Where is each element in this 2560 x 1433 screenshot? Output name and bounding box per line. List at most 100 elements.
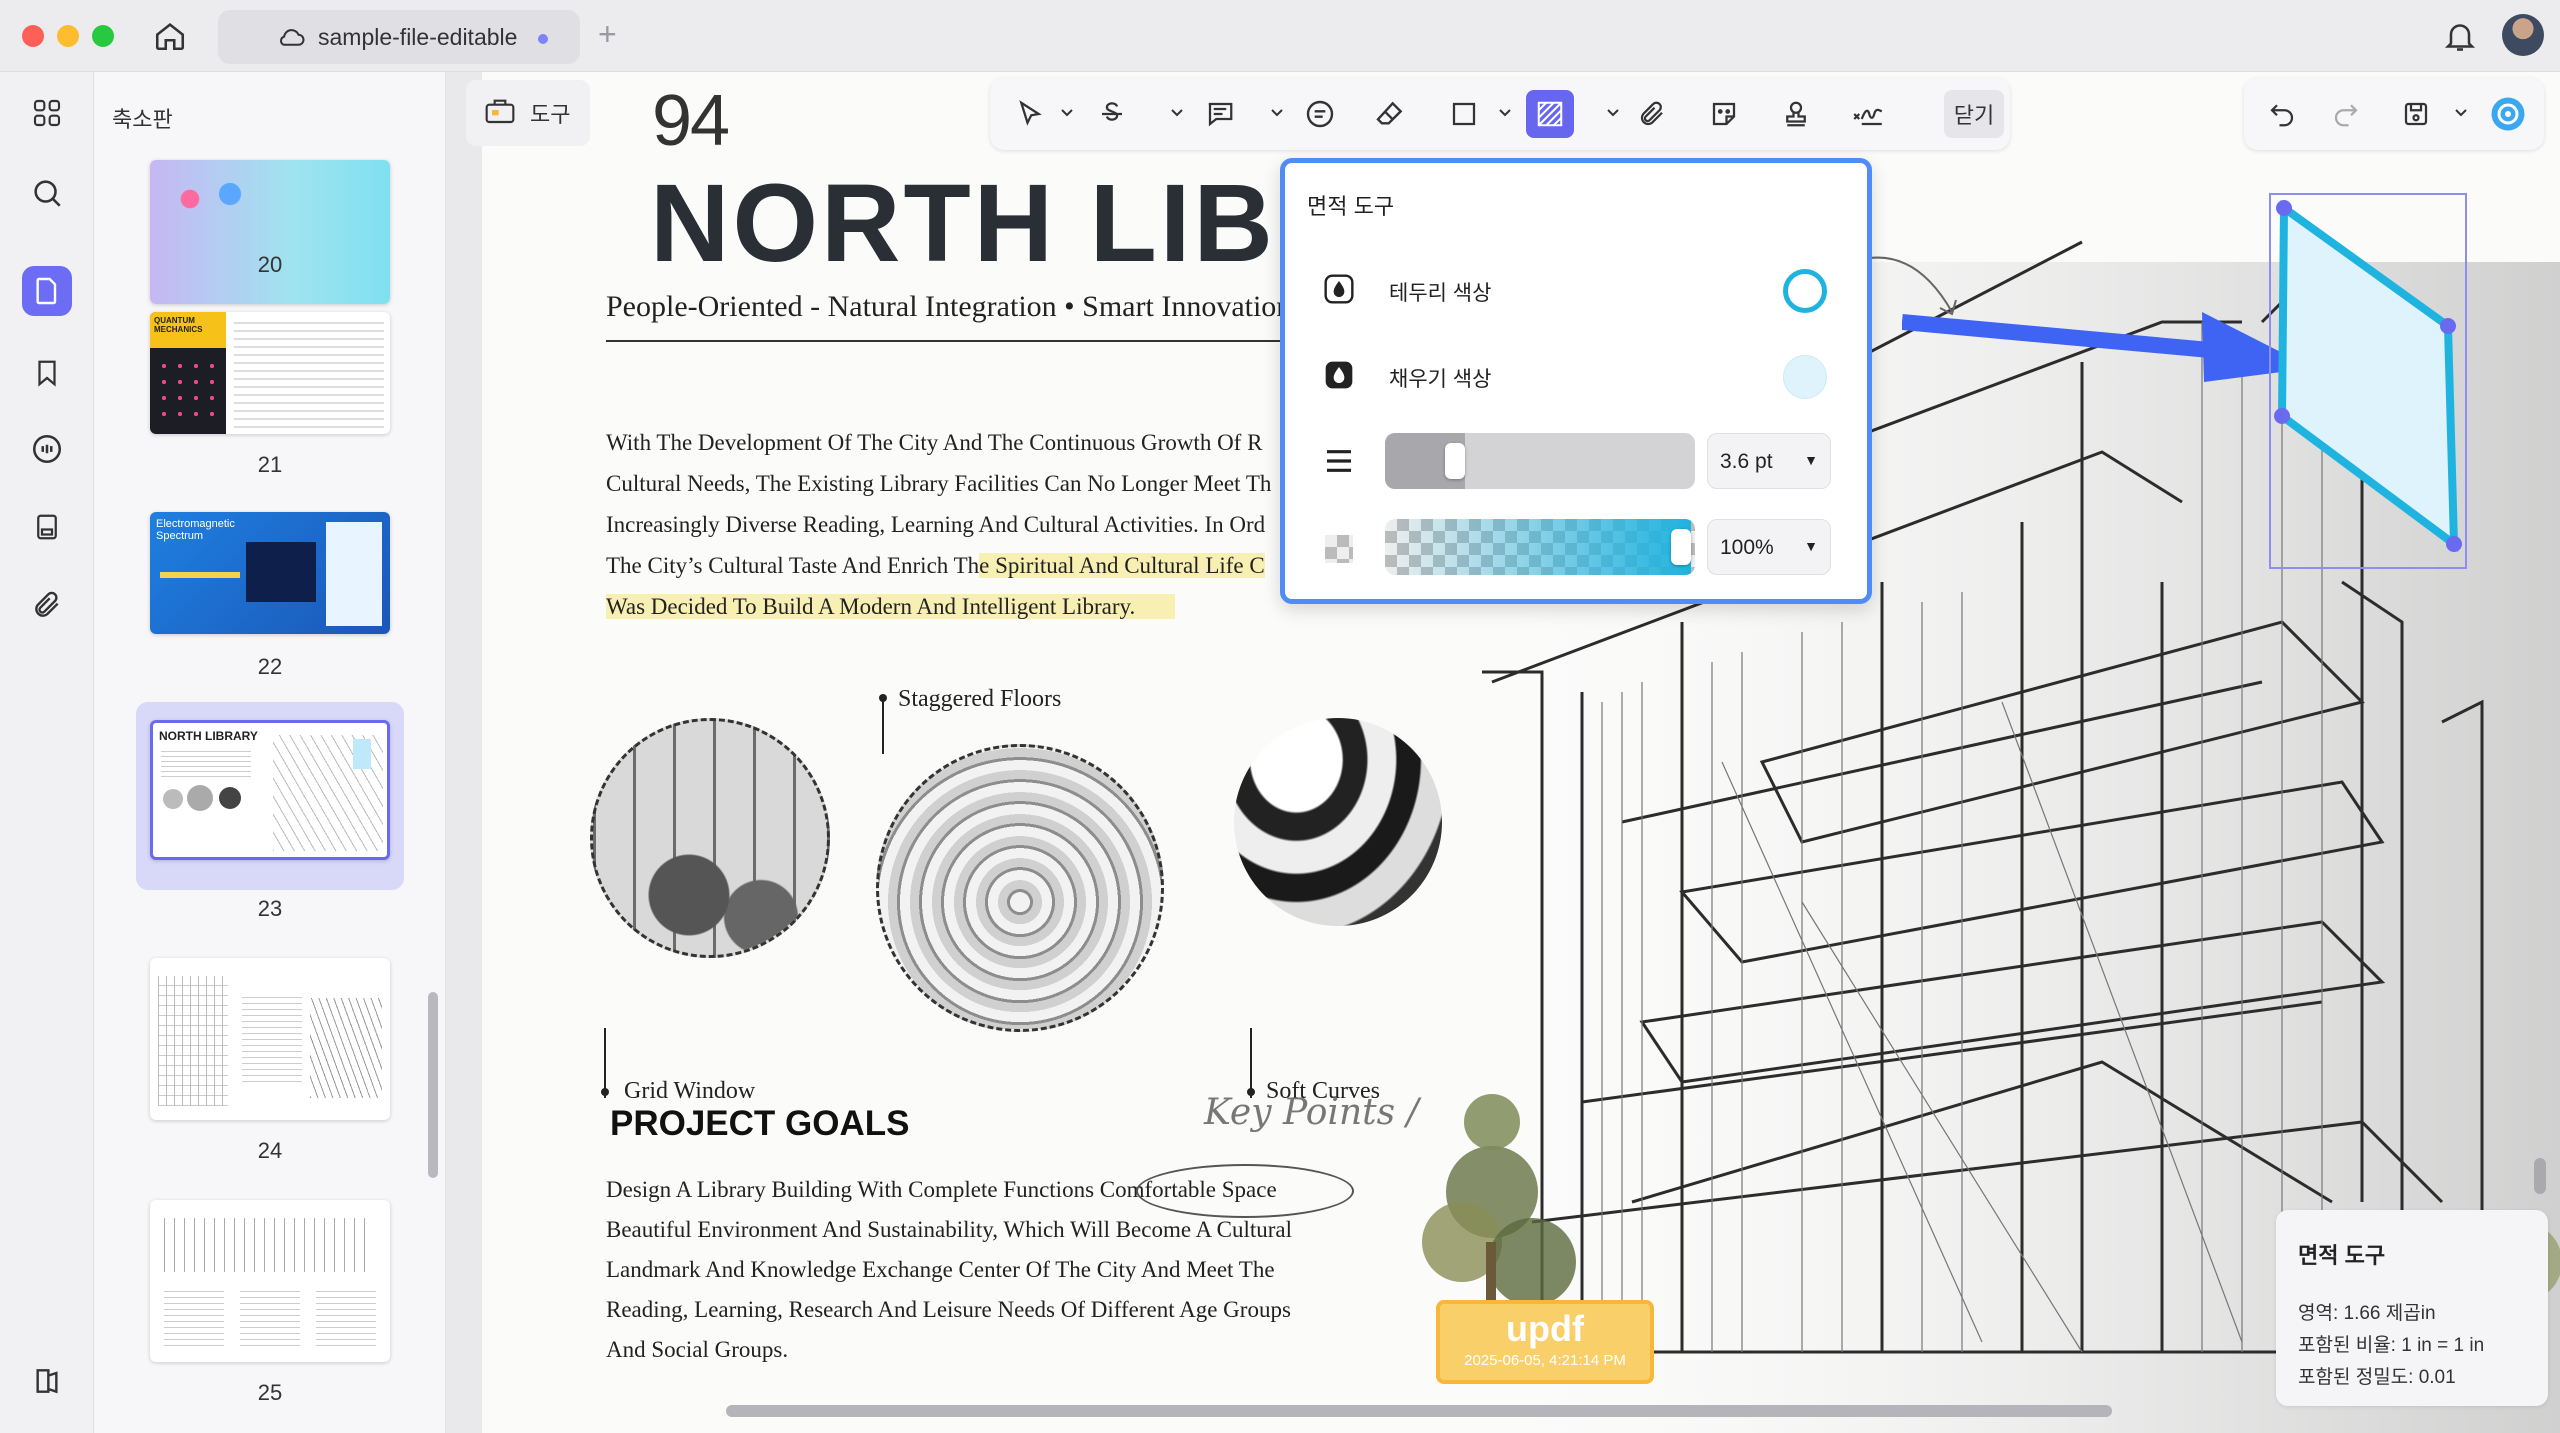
info-title: 면적 도구	[2298, 1243, 2386, 1268]
border-color-swatch[interactable]	[1783, 269, 1827, 313]
note-icon[interactable]	[1296, 90, 1344, 138]
bell-icon[interactable]	[2442, 18, 2478, 59]
stamp-body: updf 2025-06-05, 4:21:14 PM	[1436, 1300, 1654, 1384]
tools-label: 도구	[530, 102, 571, 127]
home-icon[interactable]	[150, 16, 190, 56]
select-arrow-icon[interactable]	[1006, 90, 1054, 138]
highlight-annotation[interactable]: Was Decided To Build A Modern And Intell…	[606, 594, 1176, 619]
stamp-icon[interactable]	[1772, 90, 1820, 138]
text-line: And Social Groups.	[606, 1337, 789, 1362]
opacity-value: 100%	[1720, 536, 1774, 559]
eraser-icon[interactable]	[1366, 90, 1414, 138]
thumbnail-page-25[interactable]	[150, 1200, 390, 1362]
highlight-annotation[interactable]: e Spiritual And Cultural Life C	[979, 553, 1265, 578]
chevron-down-icon[interactable]	[1606, 108, 1620, 118]
chevron-down-icon[interactable]	[2454, 108, 2468, 118]
sidebar-toggle-icon[interactable]	[22, 1356, 72, 1406]
redo-icon[interactable]	[2322, 90, 2370, 138]
divider	[606, 340, 1306, 342]
text-line: The City’s Cultural Taste And Enrich The…	[606, 545, 1366, 586]
history-toolbar	[2244, 78, 2544, 150]
text-segment: The City’s Cultural Taste And Enrich Th	[606, 553, 980, 578]
thumbnail-number: 25	[257, 1380, 283, 1405]
tools-button[interactable]: 도구	[466, 80, 590, 146]
text-comment-icon[interactable]	[1196, 90, 1244, 138]
document-icon[interactable]	[22, 266, 72, 316]
info-precision: 포함된 정밀도: 0.01	[2298, 1367, 2456, 1388]
window-maximize-button[interactable]	[92, 25, 114, 47]
opacity-slider[interactable]	[1385, 519, 1695, 575]
avatar[interactable]	[2502, 14, 2544, 56]
document-tab[interactable]: sample-file-editable	[218, 10, 580, 64]
comment-icon[interactable]	[22, 424, 72, 474]
thumbnail-heading: Electromagnetic Spectrum	[156, 518, 235, 542]
fill-color-icon	[1325, 361, 1353, 389]
caption-dot	[879, 694, 887, 702]
page-number: 94	[652, 81, 730, 161]
grid-icon[interactable]	[22, 88, 72, 138]
thumbnail-number: 24	[257, 1138, 283, 1163]
ai-assistant-icon[interactable]	[2484, 90, 2532, 138]
vertical-scrollbar[interactable]	[2534, 1158, 2546, 1194]
dropdown-arrow-icon: ▼	[1804, 452, 1818, 468]
form-icon[interactable]	[22, 502, 72, 552]
text-line: Increasingly Diverse Reading, Learning A…	[606, 512, 1266, 537]
slider-thumb[interactable]	[1445, 443, 1465, 479]
thumbnail-page-22[interactable]: Electromagnetic Spectrum	[150, 512, 390, 634]
signature-icon[interactable]	[1844, 90, 1892, 138]
new-tab-button[interactable]: +	[598, 16, 617, 53]
horizontal-scrollbar[interactable]	[726, 1405, 2112, 1417]
thumbnail-heading: QUANTUM MECHANICS	[154, 316, 203, 334]
line-weight-icon	[1327, 450, 1351, 472]
chevron-down-icon[interactable]	[1270, 108, 1284, 118]
area-measure-icon[interactable]	[1526, 90, 1574, 138]
thumbnail-page-24[interactable]	[150, 958, 390, 1120]
fill-color-label: 채우기 색상	[1389, 368, 1492, 391]
ellipse-annotation[interactable]	[1136, 1164, 1354, 1218]
thumbnail-page-21[interactable]: QUANTUM MECHANICS	[150, 312, 390, 434]
title-bar: sample-file-editable +	[0, 0, 2560, 72]
info-ratio: 포함된 비율: 1 in = 1 in	[2298, 1335, 2485, 1356]
thumbnail-number: 23	[257, 896, 283, 921]
thumbnail-page-20[interactable]	[150, 160, 390, 304]
popup-title: 면적 도구	[1307, 194, 1395, 219]
fill-color-swatch[interactable]	[1783, 355, 1827, 399]
save-icon[interactable]	[2392, 90, 2440, 138]
caption-leader	[882, 698, 884, 754]
stroke-width-slider[interactable]	[1385, 433, 1695, 489]
bookmark-icon[interactable]	[22, 348, 72, 398]
paperclip-icon[interactable]	[1628, 90, 1676, 138]
slider-fill	[1385, 519, 1691, 575]
rectangle-icon[interactable]	[1440, 90, 1488, 138]
search-icon[interactable]	[22, 168, 72, 218]
dropdown-arrow-icon: ▼	[1804, 538, 1818, 554]
area-measure-shape[interactable]	[2268, 192, 2488, 572]
toolbox-icon	[484, 95, 516, 131]
sticker-icon[interactable]	[1700, 90, 1748, 138]
stamp-date: 2025-06-05, 4:21:14 PM	[1464, 1352, 1626, 1369]
attachment-icon[interactable]	[22, 580, 72, 630]
stroke-width-value: 3.6 pt	[1720, 450, 1773, 473]
chevron-down-icon[interactable]	[1060, 108, 1074, 118]
stamp-annotation[interactable]: updf 2025-06-05, 4:21:14 PM	[1420, 1290, 1670, 1394]
grid-window-image	[590, 718, 830, 958]
text-line: Cultural Needs, The Existing Library Fac…	[606, 471, 1272, 496]
undo-icon[interactable]	[2258, 90, 2306, 138]
thumbnail-scrollbar[interactable]	[428, 992, 438, 1178]
cloud-icon	[276, 24, 306, 54]
thumbnail-number: 22	[257, 654, 283, 679]
close-toolbar-button[interactable]: 닫기	[1944, 90, 2004, 138]
slider-thumb[interactable]	[1671, 529, 1691, 565]
strikethrough-icon[interactable]	[1088, 90, 1136, 138]
thumbnail-panel-title: 축소판	[112, 107, 173, 132]
chevron-down-icon[interactable]	[1170, 108, 1184, 118]
window-minimize-button[interactable]	[57, 25, 79, 47]
window-close-button[interactable]	[22, 25, 44, 47]
thumbnail-number: 20	[257, 252, 283, 277]
thumbnail-page-23[interactable]: NORTH LIBRARY	[150, 720, 390, 860]
thumbnail-number: 21	[257, 452, 283, 477]
chevron-down-icon[interactable]	[1498, 108, 1512, 118]
opacity-select[interactable]: 100% ▼	[1707, 519, 1831, 575]
stroke-width-select[interactable]: 3.6 pt ▼	[1707, 433, 1831, 489]
annotation-toolbar: 닫기	[990, 78, 2010, 150]
